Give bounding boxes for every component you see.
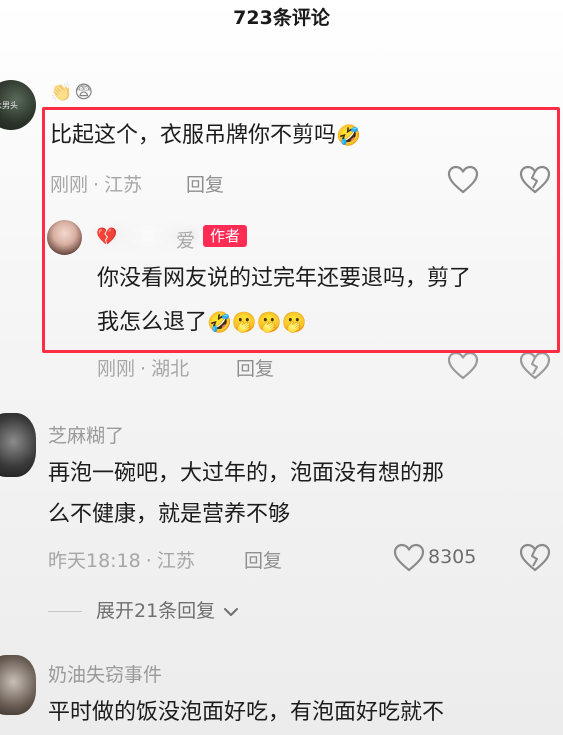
expand-replies-button[interactable]: 展开21条回复 xyxy=(48,596,239,623)
comments-screen: 723条评论 众男头 👏😨 比起这个，衣服吊牌你不剪吗🤣 刚刚·江苏 回复 💔 … xyxy=(0,0,563,735)
reply-location: 湖北 xyxy=(151,358,190,380)
broken-heart-icon[interactable] xyxy=(519,543,551,573)
reply-time: 刚刚 xyxy=(97,358,136,380)
comments-count-title: 723条评论 xyxy=(233,7,330,29)
chevron-down-icon xyxy=(224,607,239,616)
avatar[interactable] xyxy=(0,413,36,477)
comment-text-line-2: 么不健康，就是营养不够 xyxy=(48,502,291,527)
reply-meta: 刚刚 · 湖北 xyxy=(97,358,190,380)
avatar[interactable]: 众男头 xyxy=(0,80,36,130)
comment-meta: 昨天18:18 · 江苏 xyxy=(48,550,195,572)
comment-text-line-1: 再泡一碗吧，大过年的，泡面没有想的那 xyxy=(48,461,445,486)
heart-outline-icon[interactable] xyxy=(447,351,479,381)
reply-button[interactable]: 回复 xyxy=(236,354,274,381)
comment-time: 昨天18:18 xyxy=(48,550,141,572)
broken-heart-icon[interactable] xyxy=(519,351,551,381)
highlight-annotation-box xyxy=(42,107,560,353)
comment-username[interactable]: 奶油失窃事件 xyxy=(48,660,162,687)
reaction-emojis: 👏😨 xyxy=(50,82,96,103)
comment-location: 江苏 xyxy=(156,550,195,572)
reply-button[interactable]: 回复 xyxy=(244,546,282,573)
avatar[interactable] xyxy=(0,655,36,715)
comment-username[interactable]: 芝麻糊了 xyxy=(48,421,124,448)
divider-line xyxy=(48,611,82,612)
comment-text-line-1: 平时做的饭没泡面好吃，有泡面好吃就不 xyxy=(48,700,445,725)
avatar-text: 众男头 xyxy=(0,101,18,110)
heart-outline-icon[interactable] xyxy=(393,543,425,573)
like-count: 8305 xyxy=(428,546,477,568)
expand-replies-label: 展开21条回复 xyxy=(96,600,216,622)
